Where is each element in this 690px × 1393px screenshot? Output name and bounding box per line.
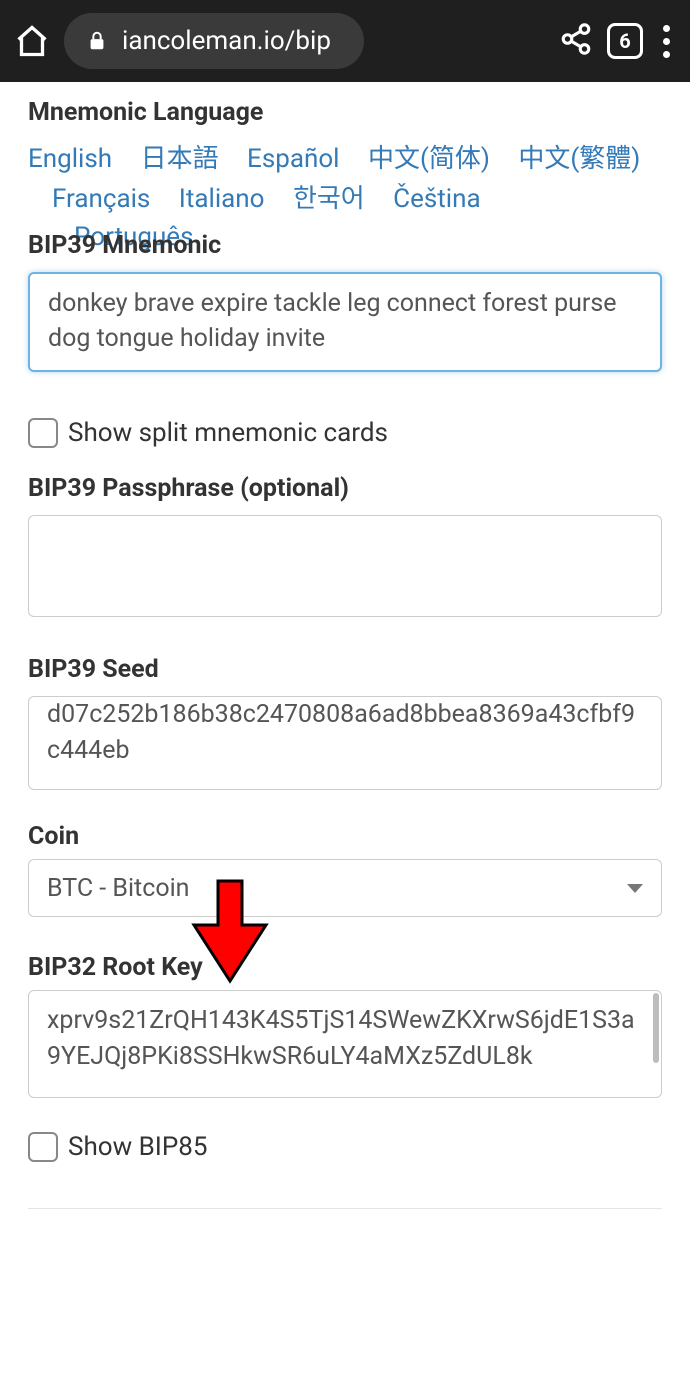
tabs-button[interactable]: 6 [607, 23, 643, 59]
lang-zh-traditional[interactable]: 中文(繁體) [518, 139, 640, 179]
coin-selected-value: BTC - Bitcoin [47, 874, 189, 903]
show-split-row[interactable]: Show split mnemonic cards [28, 418, 662, 448]
browser-toolbar: iancoleman.io/bip 6 [0, 0, 690, 82]
divider [28, 1208, 662, 1209]
bip39-passphrase-input[interactable] [28, 515, 662, 617]
show-bip85-row[interactable]: Show BIP85 [28, 1132, 662, 1162]
bip39-mnemonic-label: BIP39 Mnemonic [28, 231, 662, 260]
language-list: English 日本語 Español 中文(简体) 中文(繁體) França… [28, 139, 662, 227]
lang-francais[interactable]: Français [52, 179, 150, 219]
show-split-label: Show split mnemonic cards [68, 418, 388, 448]
share-icon[interactable] [559, 22, 593, 60]
chevron-down-icon [627, 884, 643, 893]
bip39-seed-output[interactable] [28, 696, 662, 790]
home-icon[interactable] [14, 23, 50, 59]
coin-label: Coin [28, 822, 662, 851]
url-bar[interactable]: iancoleman.io/bip [64, 13, 364, 69]
scrollbar[interactable] [653, 993, 659, 1063]
lock-icon [86, 30, 108, 52]
bip32-root-key-output[interactable] [28, 990, 662, 1098]
url-text: iancoleman.io/bip [122, 26, 331, 56]
tab-count: 6 [619, 29, 630, 53]
lang-english[interactable]: English [28, 139, 112, 179]
show-bip85-checkbox[interactable] [28, 1132, 58, 1162]
page-content: Mnemonic Language English 日本語 Español 中文… [0, 82, 690, 1249]
bip39-seed-label: BIP39 Seed [28, 655, 662, 684]
lang-italiano[interactable]: Italiano [179, 179, 265, 219]
lang-japanese[interactable]: 日本語 [141, 139, 219, 179]
bip39-passphrase-label: BIP39 Passphrase (optional) [28, 474, 662, 503]
lang-korean[interactable]: 한국어 [293, 179, 365, 219]
lang-espanol[interactable]: Español [247, 139, 339, 179]
lang-cestina[interactable]: Čeština [393, 179, 480, 219]
coin-select[interactable]: BTC - Bitcoin [28, 859, 662, 917]
show-bip85-label: Show BIP85 [68, 1132, 207, 1162]
overflow-menu-icon[interactable] [657, 25, 676, 58]
bip32-root-key-label: BIP32 Root Key [28, 953, 662, 982]
mnemonic-language-label: Mnemonic Language [28, 98, 662, 127]
bip39-mnemonic-input[interactable] [28, 272, 662, 372]
show-split-checkbox[interactable] [28, 418, 58, 448]
lang-zh-simplified[interactable]: 中文(简体) [368, 139, 490, 179]
